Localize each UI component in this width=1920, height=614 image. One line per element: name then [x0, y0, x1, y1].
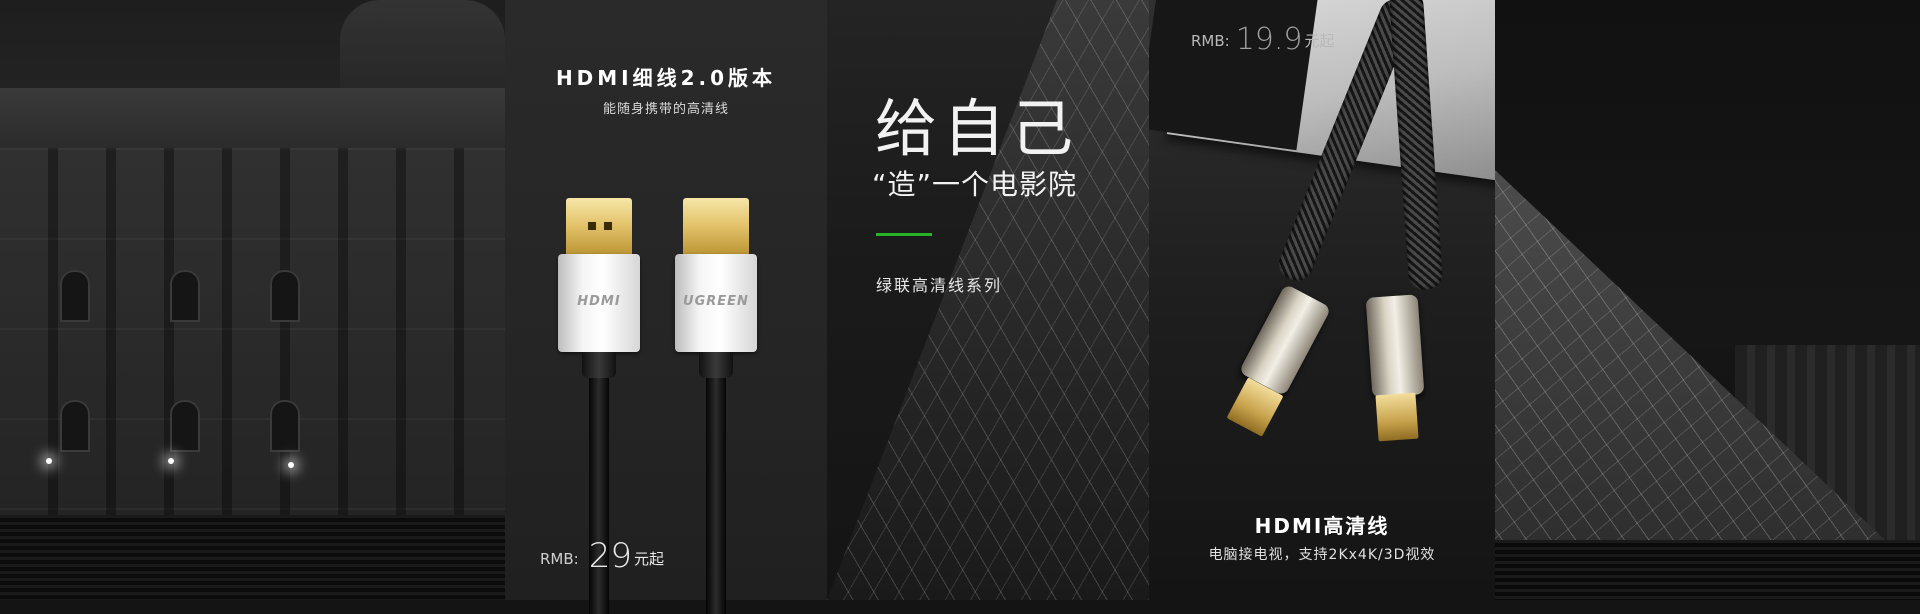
connector-label: UGREEN [683, 294, 749, 309]
street-lamp [168, 458, 174, 464]
price-value: 29 [588, 536, 632, 576]
building-facade [0, 148, 505, 518]
connector-slot [588, 222, 596, 230]
product-title: HDMI高清线 [1254, 514, 1390, 538]
product-subtitle: 能随身携带的高清线 [602, 102, 729, 117]
background-pyramid-right [1495, 0, 1920, 600]
building-window [270, 400, 300, 452]
building-roof [0, 88, 505, 148]
price-unit: 元起 [633, 550, 664, 568]
price: RMB: 19.9 元起 [1191, 22, 1335, 57]
price-label: RMB: [540, 550, 579, 568]
tagline: “造”一个电影院 [872, 168, 1078, 201]
headline: 给自己 [875, 92, 1080, 165]
connector-tip [1375, 392, 1419, 442]
street-lamp [288, 462, 294, 468]
price-value: 19.9 [1235, 22, 1303, 57]
connector-housing: UGREEN [675, 254, 757, 352]
building-window [60, 400, 90, 452]
price: RMB: 29 元起 [540, 536, 664, 576]
connector-neck [699, 352, 733, 378]
price-label: RMB: [1191, 32, 1230, 50]
building-window [170, 270, 200, 322]
connector-label: HDMI [577, 294, 621, 309]
product-title: HDMI细线2.0版本 [555, 66, 777, 90]
cable [706, 378, 726, 614]
product-subtitle: 电脑接电视，支持2Kx4K/3D视效 [1208, 547, 1436, 563]
product-card-braided-hdmi[interactable]: RMB: 19.9 元起 HDMI高清线 电脑接电视，支持2Kx4K/3D视效 [1149, 0, 1495, 600]
background-building [0, 0, 505, 600]
series-name: 绿联高清线系列 [876, 276, 1003, 295]
banner: HDMI细线2.0版本 能随身携带的高清线 HDMI UGREEN RMB: 29… [0, 0, 1920, 614]
price-unit: 元起 [1304, 32, 1335, 50]
ground [1495, 540, 1920, 600]
connector-neck [582, 352, 616, 378]
water-reflection [0, 515, 505, 600]
product-card-thin-hdmi[interactable]: HDMI细线2.0版本 能随身携带的高清线 HDMI UGREEN RMB: 29… [505, 0, 827, 614]
connector-tip [683, 198, 749, 258]
building-window [270, 270, 300, 322]
building-window [60, 270, 90, 322]
connector-tip [566, 198, 632, 258]
building-dome [340, 0, 505, 100]
accent-divider [876, 233, 932, 236]
connector-housing: HDMI [558, 254, 640, 352]
building-window [170, 400, 200, 452]
street-lamp [46, 458, 52, 464]
metal-housing [1365, 294, 1425, 398]
connector-slot [604, 222, 612, 230]
cable [589, 378, 609, 614]
